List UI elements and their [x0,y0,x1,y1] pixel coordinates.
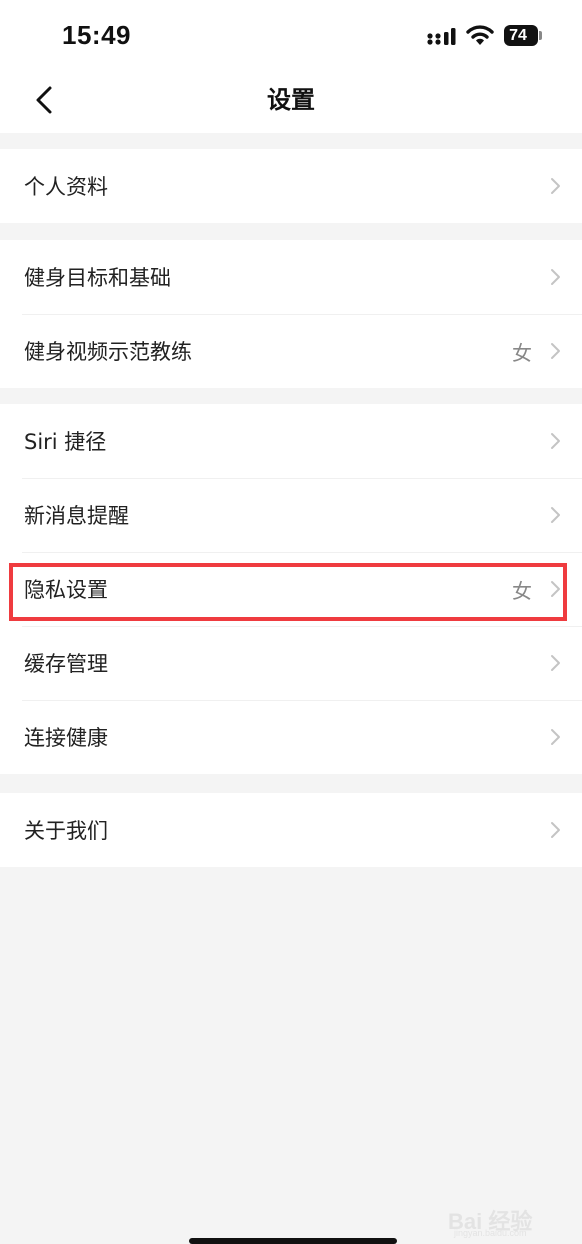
battery-level: 74 [509,27,527,44]
wifi-icon [466,25,494,45]
chevron-right-icon [551,178,560,194]
settings-row-fitness-goals[interactable]: 健身目标和基础 [0,240,582,314]
settings-group-fitness: 健身目标和基础 健身视频示范教练 女 [0,240,582,388]
settings-group-profile: 个人资料 [0,149,582,223]
settings-group-about: 关于我们 [0,793,582,867]
chevron-right-icon [551,343,560,359]
home-indicator[interactable] [189,1238,397,1244]
watermark-url: jingyan.baidu.com [454,1228,527,1238]
nav-bar: 设置 [0,70,582,133]
row-label: 健身视频示范教练 [24,340,192,364]
row-label: Siri 捷径 [24,430,107,454]
row-value: 女 [512,340,532,365]
settings-row-about[interactable]: 关于我们 [0,793,582,867]
cellular-signal-icon [427,28,456,45]
back-button[interactable] [26,82,62,118]
chevron-right-icon [551,581,560,597]
page-title: 设置 [267,86,315,114]
row-label: 缓存管理 [24,652,108,676]
row-label: 新消息提醒 [24,504,129,528]
chevron-right-icon [551,507,560,523]
row-label: 关于我们 [24,819,108,843]
chevron-left-icon [36,86,52,114]
battery-icon: 74 [504,25,538,46]
chevron-right-icon [551,433,560,449]
row-label: 隐私设置 [24,578,108,602]
chevron-right-icon [551,655,560,671]
row-label: 健身目标和基础 [24,266,171,290]
battery-cap [539,31,542,40]
settings-row-video-coach[interactable]: 健身视频示范教练 女 [0,314,582,388]
row-label: 个人资料 [24,175,108,199]
chevron-right-icon [551,822,560,838]
watermark: Bai 经验 jingyan.baidu.com [448,1200,580,1240]
chevron-right-icon [551,269,560,285]
row-label: 连接健康 [24,726,108,750]
settings-row-health[interactable]: 连接健康 [0,700,582,774]
settings-group-general: Siri 捷径 新消息提醒 隐私设置 女 缓存管理 连接健康 [0,404,582,774]
settings-row-siri-shortcuts[interactable]: Siri 捷径 [0,404,582,478]
chevron-right-icon [551,729,560,745]
status-time: 15:49 [62,20,131,50]
row-value: 女 [512,578,532,603]
settings-row-notifications[interactable]: 新消息提醒 [0,478,582,552]
settings-row-cache[interactable]: 缓存管理 [0,626,582,700]
status-bar: 15:49 74 [0,0,582,70]
settings-row-profile[interactable]: 个人资料 [0,149,582,223]
settings-row-privacy[interactable]: 隐私设置 女 [0,552,582,626]
